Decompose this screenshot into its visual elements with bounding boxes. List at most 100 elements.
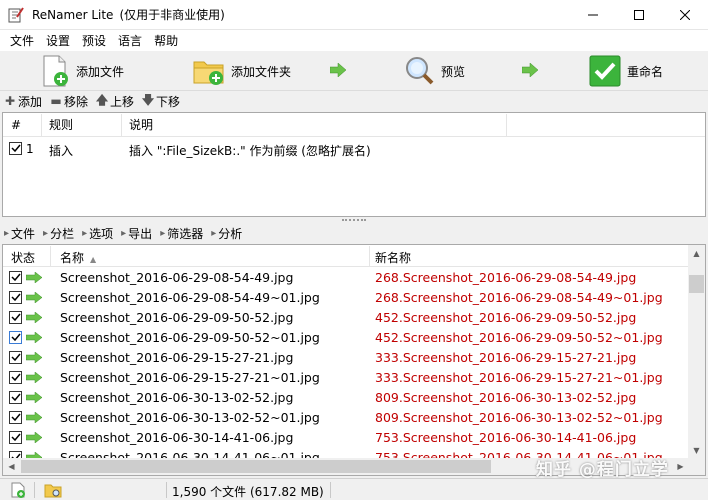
file-name: Screenshot_2016-06-30-14-41-06.jpg (60, 430, 294, 445)
scroll-up-icon[interactable]: ▲ (688, 245, 705, 262)
rules-col-desc[interactable]: 说明 (129, 116, 153, 133)
move-down-button[interactable]: 🡇 下移 (142, 93, 180, 110)
files-col-name-label: 名称 (60, 251, 85, 265)
horizontal-scroll-thumb[interactable] (21, 460, 491, 473)
close-button[interactable] (662, 0, 708, 30)
menu-language[interactable]: 语言 (112, 32, 148, 49)
menu-settings[interactable]: 设置 (40, 32, 76, 49)
file-checkbox[interactable] (9, 391, 22, 404)
rules-col-num[interactable]: # (11, 118, 21, 132)
dropdown-icon: ▸ (121, 227, 127, 239)
rules-col-rule[interactable]: 规则 (49, 116, 73, 133)
analyze-menu-label: 分析 (218, 226, 243, 241)
arrow-right-icon (522, 63, 538, 77)
files-col-new-name[interactable]: 新名称 (375, 249, 411, 266)
columns-menu-button[interactable]: ▸ 分栏 (43, 225, 74, 242)
new-file-name: 333.Screenshot_2016-06-29-15-27-21.jpg (375, 350, 637, 365)
rule-name: 插入 (49, 144, 74, 158)
app-name: ReNamer Lite (32, 8, 114, 22)
check-icon (11, 353, 21, 362)
file-name: Screenshot_2016-06-29-09-50-52~01.jpg (60, 330, 320, 345)
add-files-button[interactable]: 添加文件 (40, 51, 124, 91)
table-row[interactable]: Screenshot_2016-06-29-15-27-21~01.jpg 333… (3, 367, 689, 387)
table-row[interactable]: Screenshot_2016-06-29-08-54-49~01.jpg 268… (3, 287, 689, 307)
file-checkbox[interactable] (9, 371, 22, 384)
add-file-icon (43, 55, 68, 87)
new-file-icon[interactable] (10, 482, 26, 498)
add-files-label: 添加文件 (76, 64, 125, 79)
table-row[interactable]: Screenshot_2016-06-30-14-41-06.jpg 753.Sc… (3, 427, 689, 447)
file-checkbox[interactable] (9, 311, 22, 324)
files-menu-button[interactable]: ▸ 文件 (4, 225, 35, 242)
app-subtitle: (仅用于非商业使用) (119, 8, 225, 22)
file-name: Screenshot_2016-06-29-09-50-52.jpg (60, 310, 294, 325)
remove-rule-label: 移除 (64, 94, 89, 109)
watermark: 知乎 @程门立学 (536, 460, 669, 480)
file-checkbox[interactable] (9, 331, 22, 344)
file-checkbox[interactable] (9, 411, 22, 424)
menu-file[interactable]: 文件 (4, 32, 40, 49)
check-icon (11, 373, 21, 382)
file-name: Screenshot_2016-06-29-15-27-21~01.jpg (60, 370, 320, 385)
remove-rule-button[interactable]: ▬ 移除 (50, 93, 88, 110)
preview-button[interactable]: 预览 (403, 51, 465, 91)
rule-checkbox[interactable] (9, 142, 22, 155)
table-row[interactable]: Screenshot_2016-06-29-15-27-21.jpg 333.Sc… (3, 347, 689, 367)
check-icon (11, 293, 21, 302)
magnifier-icon (406, 57, 434, 85)
options-menu-label: 选项 (89, 226, 114, 241)
table-row[interactable]: Screenshot_2016-06-30-13-02-52.jpg 809.Sc… (3, 387, 689, 407)
files-col-status[interactable]: 状态 (11, 249, 35, 266)
main-toolbar: 添加文件 添加文件夹 预览 重命名 (0, 51, 708, 91)
file-checkbox[interactable] (9, 291, 22, 304)
arrow-up-icon: 🡅 (95, 92, 109, 107)
menu-bar: 文件 设置 预设 语言 帮助 (0, 30, 708, 51)
table-row[interactable]: Screenshot_2016-06-29-09-50-52.jpg 452.Sc… (3, 307, 689, 327)
file-checkbox[interactable] (9, 271, 22, 284)
scroll-left-icon[interactable]: ◀ (3, 458, 20, 475)
filter-menu-button[interactable]: ▸ 筛选器 (160, 225, 203, 242)
table-row[interactable]: Screenshot_2016-06-30-13-02-52~01.jpg 809… (3, 407, 689, 427)
scroll-right-icon[interactable]: ▶ (672, 458, 689, 475)
export-menu-button[interactable]: ▸ 导出 (121, 225, 152, 242)
dropdown-icon: ▸ (160, 227, 166, 239)
add-rule-button[interactable]: ✚ 添加 (4, 93, 42, 110)
file-checkbox[interactable] (9, 431, 22, 444)
minus-icon: ▬ (50, 94, 62, 108)
dropdown-icon: ▸ (43, 227, 49, 239)
file-rows: Screenshot_2016-06-29-08-54-49.jpg 268.Sc… (3, 267, 689, 467)
status-arrow-icon (26, 352, 42, 363)
new-file-name: 452.Screenshot_2016-06-29-09-50-52~01.jp… (375, 330, 663, 345)
rules-table: # 规则 说明 1 插入 插入 ":File_SizekB:." 作为前缀 (忽… (2, 112, 706, 217)
scroll-down-icon[interactable]: ▼ (688, 442, 705, 459)
new-file-name: 268.Screenshot_2016-06-29-08-54-49.jpg (375, 270, 637, 285)
folder-icon[interactable] (44, 482, 62, 498)
export-menu-label: 导出 (128, 226, 153, 241)
table-row[interactable]: Screenshot_2016-06-29-09-50-52~01.jpg 452… (3, 327, 689, 347)
new-file-name: 753.Screenshot_2016-06-30-14-41-06.jpg (375, 430, 637, 445)
vertical-scroll-thumb[interactable] (689, 275, 704, 293)
app-icon (8, 6, 24, 22)
file-count: 1,590 个文件 (617.82 MB) (172, 485, 324, 499)
arrow-down-icon: 🡇 (141, 92, 155, 107)
rule-row[interactable]: 1 插入 插入 ":File_SizekB:." 作为前缀 (忽略扩展名) (3, 139, 705, 159)
filter-menu-label: 筛选器 (167, 226, 204, 241)
move-up-label: 上移 (110, 94, 135, 109)
vertical-scrollbar[interactable]: ▲ ▼ (688, 245, 705, 459)
rule-description: 插入 ":File_SizekB:." 作为前缀 (忽略扩展名) (129, 144, 371, 158)
options-menu-button[interactable]: ▸ 选项 (82, 225, 113, 242)
move-up-button[interactable]: 🡅 上移 (96, 93, 134, 110)
minimize-button[interactable] (570, 0, 616, 30)
table-row[interactable]: Screenshot_2016-06-29-08-54-49.jpg 268.Sc… (3, 267, 689, 287)
rename-button[interactable]: 重命名 (589, 51, 663, 91)
analyze-menu-button[interactable]: ▸ 分析 (211, 225, 242, 242)
add-folder-button[interactable]: 添加文件夹 (193, 51, 291, 91)
status-bar: 1,590 个文件 (617.82 MB) (0, 478, 708, 500)
new-file-name: 809.Screenshot_2016-06-30-13-02-52~01.jp… (375, 410, 663, 425)
files-col-name[interactable]: 名称 ▲ (60, 249, 96, 266)
maximize-button[interactable] (616, 0, 662, 30)
menu-help[interactable]: 帮助 (148, 32, 184, 49)
menu-presets[interactable]: 预设 (76, 32, 112, 49)
file-checkbox[interactable] (9, 351, 22, 364)
check-icon (11, 273, 21, 282)
